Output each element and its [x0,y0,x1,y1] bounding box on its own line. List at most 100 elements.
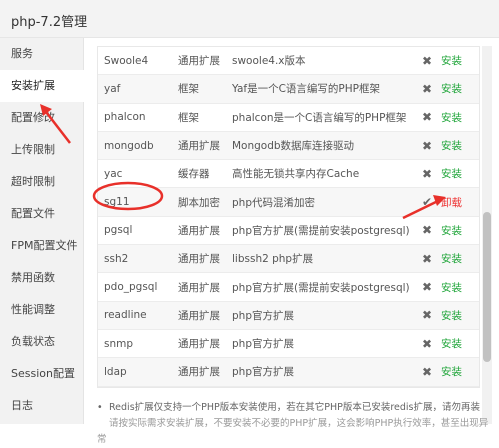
install-button[interactable]: 安装 [441,282,462,294]
extensions-table-wrapper[interactable]: Swoole4 通用扩展 swoole4.x版本 ✖ 安装 yaf 框架 Yaf是一个C语言编… [97,46,480,388]
sidebar-item-fpm-config[interactable]: FPM配置文件 [0,230,83,262]
extension-status-icon: ✖ [417,386,437,387]
install-button[interactable]: 安装 [441,366,462,378]
install-button[interactable]: 安装 [441,338,462,350]
main-panel: Swoole4 通用扩展 swoole4.x版本 ✖ 安装 yaf 框架 Yaf是一个C语言编… [85,38,499,445]
sidebar-item-session-config[interactable]: Session配置 [0,358,83,390]
install-button[interactable]: 安装 [441,310,462,322]
extension-action: 安装 [437,216,479,246]
extension-action: 安装 [437,301,479,330]
extension-status-icon: ✖ [417,103,437,132]
table-row: yac 缓存器 高性能无锁共享内存Cache ✖ 安装 [98,159,479,189]
extension-status-icon: ✖ [417,74,437,104]
extension-description: php官方扩展 [226,329,417,359]
extension-action: 安装 [437,159,479,189]
extension-action: 卸载 [437,187,479,217]
install-button[interactable]: 安装 [441,55,462,67]
install-button[interactable]: 安装 [441,83,462,95]
note-text-1: Redis扩展仅支持一个PHP版本安装使用，若在其它PHP版本已安装redis扩… [109,402,481,413]
bullet-icon: • [97,402,103,413]
sidebar-item-log[interactable]: 日志 [0,390,83,422]
extensions-table: Swoole4 通用扩展 swoole4.x版本 ✖ 安装 yaf 框架 Yaf是一个C语言编… [98,47,479,387]
sidebar-item-upload-limit[interactable]: 上传限制 [0,134,83,166]
extension-status-icon: ✖ [417,329,437,359]
table-row: ldap 通用扩展 php官方扩展 ✖ 安装 [98,357,479,387]
extension-type: 通用扩展 [172,47,226,76]
install-button[interactable]: 安装 [441,225,462,237]
sidebar-item-config-edit[interactable]: 配置修改 [0,102,83,134]
extension-type: 通用扩展 [172,301,226,330]
table-row: pdo_pgsql 通用扩展 php官方扩展(需提前安装postgresql) ✖ 安装 [98,272,479,302]
extension-name: phalcon [98,103,172,132]
extension-status-icon: ✖ [417,47,437,76]
extension-name: readline [98,301,172,330]
extension-description: php官方扩展(需提前安装postgresql) [226,272,417,302]
extension-status-icon: ✖ [417,131,437,161]
table-row: recode通用扩展php官方扩展✖安装 [98,386,479,387]
uninstall-button[interactable]: 卸载 [441,197,462,209]
sidebar: 服务 安装扩展 配置修改 上传限制 超时限制 配置文件 FPM配置文件 禁用函数… [0,38,84,424]
window-titlebar: php-7.2管理 [0,0,499,38]
extension-type: 通用扩展 [172,131,226,161]
table-row: pgsql 通用扩展 php官方扩展(需提前安装postgresql) ✖ 安装 [98,216,479,246]
extension-description: php官方扩展(需提前安装postgresql) [226,216,417,246]
extension-description: libssh2 php扩展 [226,244,417,274]
extension-action: 安装 [437,272,479,302]
extension-type: 通用扩展 [172,357,226,387]
notes-panel: • Redis扩展仅支持一个PHP版本安装使用，若在其它PHP版本已安装redis… [97,400,492,448]
extension-action: 安装 [437,131,479,161]
extension-type: 通用扩展 [172,386,226,387]
table-row: readline 通用扩展 php官方扩展 ✖ 安装 [98,301,479,330]
extension-description: php官方扩展 [226,357,417,387]
extension-description: php官方扩展 [226,301,417,330]
extension-description: swoole4.x版本 [226,47,417,76]
extension-type: 通用扩展 [172,216,226,246]
extension-description: php官方扩展 [226,386,417,387]
sidebar-item-config-file[interactable]: 配置文件 [0,198,83,230]
table-row: sg11 脚本加密 php代码混淆加密 ✔ 卸载 [98,187,479,217]
extension-type: 缓存器 [172,159,226,189]
install-button[interactable]: 安装 [441,253,462,265]
extension-action: 安装 [437,386,479,387]
extension-status-icon: ✖ [417,301,437,330]
extension-name: yaf [98,74,172,104]
extension-description: phalcon是一个C语言编写的PHP框架 [226,103,417,132]
install-button[interactable]: 安装 [441,140,462,152]
extension-status-icon: ✔ [417,187,437,217]
extension-action: 安装 [437,329,479,359]
extension-status-icon: ✖ [417,159,437,189]
extension-type: 框架 [172,74,226,104]
extension-status-icon: ✖ [417,244,437,274]
extension-action: 安装 [437,103,479,132]
sidebar-item-timeout-limit[interactable]: 超时限制 [0,166,83,198]
extension-type: 通用扩展 [172,329,226,359]
extension-name: pgsql [98,216,172,246]
extension-description: php代码混淆加密 [226,187,417,217]
sidebar-item-load-status[interactable]: 负载状态 [0,326,83,358]
note-text-2: 请按实际需求安装扩展，不要安装不必要的PHP扩展，这会影响PHP执行效率，甚至出… [97,418,489,445]
extension-description: 高性能无锁共享内存Cache [226,159,417,189]
extension-name: yac [98,159,172,189]
install-button[interactable]: 安装 [441,112,462,124]
sidebar-item-install-extensions[interactable]: 安装扩展 [0,70,84,102]
extension-description: Mongodb数据库连接驱动 [226,131,417,161]
install-button[interactable]: 安装 [441,168,462,180]
extension-type: 通用扩展 [172,244,226,274]
note-line-2: 请按实际需求安装扩展，不要安装不必要的PHP扩展，这会影响PHP执行效率，甚至出… [97,416,492,448]
sidebar-item-performance[interactable]: 性能调整 [0,294,83,326]
table-row: snmp 通用扩展 php官方扩展 ✖ 安装 [98,329,479,359]
extension-name: Swoole4 [98,47,172,76]
extension-name: ldap [98,357,172,387]
extension-action: 安装 [437,74,479,104]
extension-name: ssh2 [98,244,172,274]
extension-status-icon: ✖ [417,216,437,246]
scrollbar[interactable] [482,46,492,424]
extension-name: pdo_pgsql [98,272,172,302]
table-row: yaf 框架 Yaf是一个C语言编写的PHP框架 ✖ 安装 [98,74,479,104]
sidebar-item-service[interactable]: 服务 [0,38,83,70]
extension-action: 安装 [437,244,479,274]
scrollbar-thumb[interactable] [483,212,491,362]
extension-name: snmp [98,329,172,359]
extension-action: 安装 [437,47,479,76]
sidebar-item-disabled-functions[interactable]: 禁用函数 [0,262,83,294]
